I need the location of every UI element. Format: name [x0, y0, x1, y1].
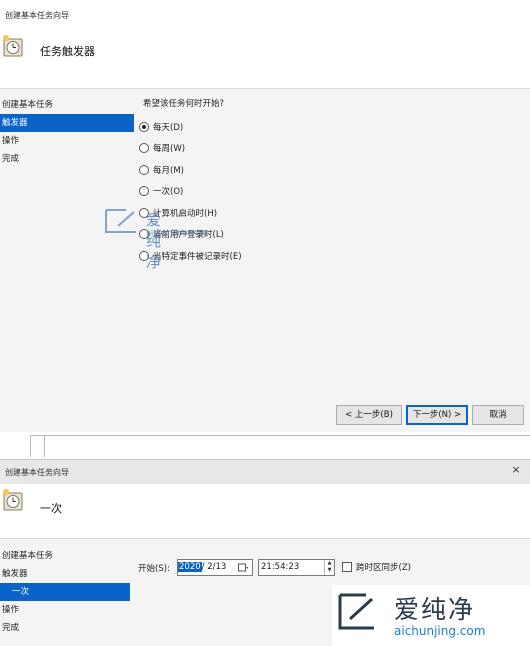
date-rest-segment[interactable]: / 2/13 — [202, 562, 227, 572]
nav-step-create-basic-task[interactable]: 创建基本任务 — [0, 96, 134, 114]
radio-label: 每天(D) — [153, 123, 184, 133]
nav-step-once[interactable]: 一次 — [0, 583, 130, 601]
close-icon[interactable]: × — [510, 464, 522, 476]
divider — [30, 435, 530, 436]
cancel-button[interactable]: 取消 — [472, 405, 524, 425]
task-scheduler-icon — [3, 489, 23, 511]
next-button[interactable]: 下一步(N) > — [406, 405, 468, 425]
radio-label: 计算机启动时(H) — [153, 209, 218, 219]
radio-button[interactable] — [139, 122, 149, 132]
start-label: 开始(S): — [138, 564, 170, 574]
radio-button[interactable] — [139, 186, 149, 196]
window-title: 创建基本任务向导 — [5, 11, 69, 20]
calendar-dropdown-icon[interactable] — [238, 563, 249, 572]
divider — [30, 435, 31, 457]
nav-step-create-basic-task[interactable]: 创建基本任务 — [0, 547, 130, 565]
wizard-page-title: 任务触发器 — [40, 45, 95, 58]
back-button[interactable]: < 上一步(B) — [336, 405, 402, 425]
wizard-page-title: 一次 — [40, 502, 62, 515]
time-value[interactable]: 21:54:23 — [261, 562, 299, 572]
sync-timezone-checkbox-row[interactable]: 跨时区同步(Z) — [342, 561, 411, 573]
radio-button[interactable] — [139, 165, 149, 175]
sync-timezone-label: 跨时区同步(Z) — [356, 563, 411, 573]
brand-url: aichunjing.com — [394, 624, 486, 638]
title-bar: 创建基本任务向导 × — [0, 460, 530, 484]
nav-step-action[interactable]: 操作 — [0, 601, 130, 619]
radio-monthly[interactable]: 每月(M) — [139, 163, 184, 177]
radio-label: 每月(M) — [153, 166, 184, 176]
background-window-edge — [0, 432, 530, 459]
watermark-logo-icon — [105, 209, 136, 233]
wizard-steps-nav: 创建基本任务 触发器 一次 操作 完成 — [0, 547, 130, 637]
wizard-header: 一次 — [0, 484, 530, 538]
watermark-url: aichunjing.com — [146, 228, 207, 237]
start-time-field[interactable]: 21:54:23 ▲ ▼ — [258, 559, 335, 576]
radio-label: 一次(O) — [153, 187, 184, 197]
task-scheduler-icon — [3, 35, 23, 57]
watermark: 爱纯净 aichunjing.com — [104, 208, 207, 271]
divider — [0, 538, 530, 539]
brand-watermark: 爱纯净 aichunjing.com — [332, 585, 530, 646]
radio-button[interactable] — [139, 143, 149, 153]
nav-step-trigger[interactable]: 触发器 — [0, 114, 134, 132]
trigger-question: 希望该任务何时开始? — [143, 99, 225, 109]
sync-timezone-checkbox[interactable] — [342, 562, 352, 572]
brand-logo-icon — [338, 593, 374, 630]
radio-daily[interactable]: 每天(D) — [139, 120, 183, 134]
divider — [0, 88, 530, 89]
radio-label: 每周(W) — [153, 144, 186, 154]
start-date-picker[interactable]: 2020/ 2/13 — [177, 559, 253, 576]
radio-label: 当特定事件被记录时(E) — [153, 252, 242, 262]
radio-weekly[interactable]: 每周(W) — [139, 141, 185, 155]
spin-up-icon[interactable]: ▲ — [325, 560, 334, 567]
nav-step-finish[interactable]: 完成 — [0, 150, 134, 168]
wizard-window-trigger: 创建基本任务向导 任务触发器 创建基本任务 触发器 操作 完成 希望该任务何时开… — [0, 0, 530, 432]
date-year-segment[interactable]: 2020 — [178, 562, 202, 572]
wizard-steps-nav: 创建基本任务 触发器 操作 完成 — [0, 96, 134, 168]
title-bar: 创建基本任务向导 — [0, 0, 530, 28]
time-spinner[interactable]: ▲ ▼ — [324, 560, 334, 575]
window-title: 创建基本任务向导 — [5, 468, 69, 477]
brand-name: 爱纯净 — [394, 595, 476, 624]
divider — [44, 435, 45, 457]
nav-step-finish[interactable]: 完成 — [0, 619, 130, 637]
wizard-header: 任务触发器 — [0, 28, 530, 88]
spin-down-icon[interactable]: ▼ — [325, 567, 334, 574]
nav-step-action[interactable]: 操作 — [0, 132, 134, 150]
nav-step-trigger[interactable]: 触发器 — [0, 565, 130, 583]
watermark-brand: 爱纯净 — [146, 211, 163, 271]
radio-once[interactable]: 一次(O) — [139, 184, 183, 198]
